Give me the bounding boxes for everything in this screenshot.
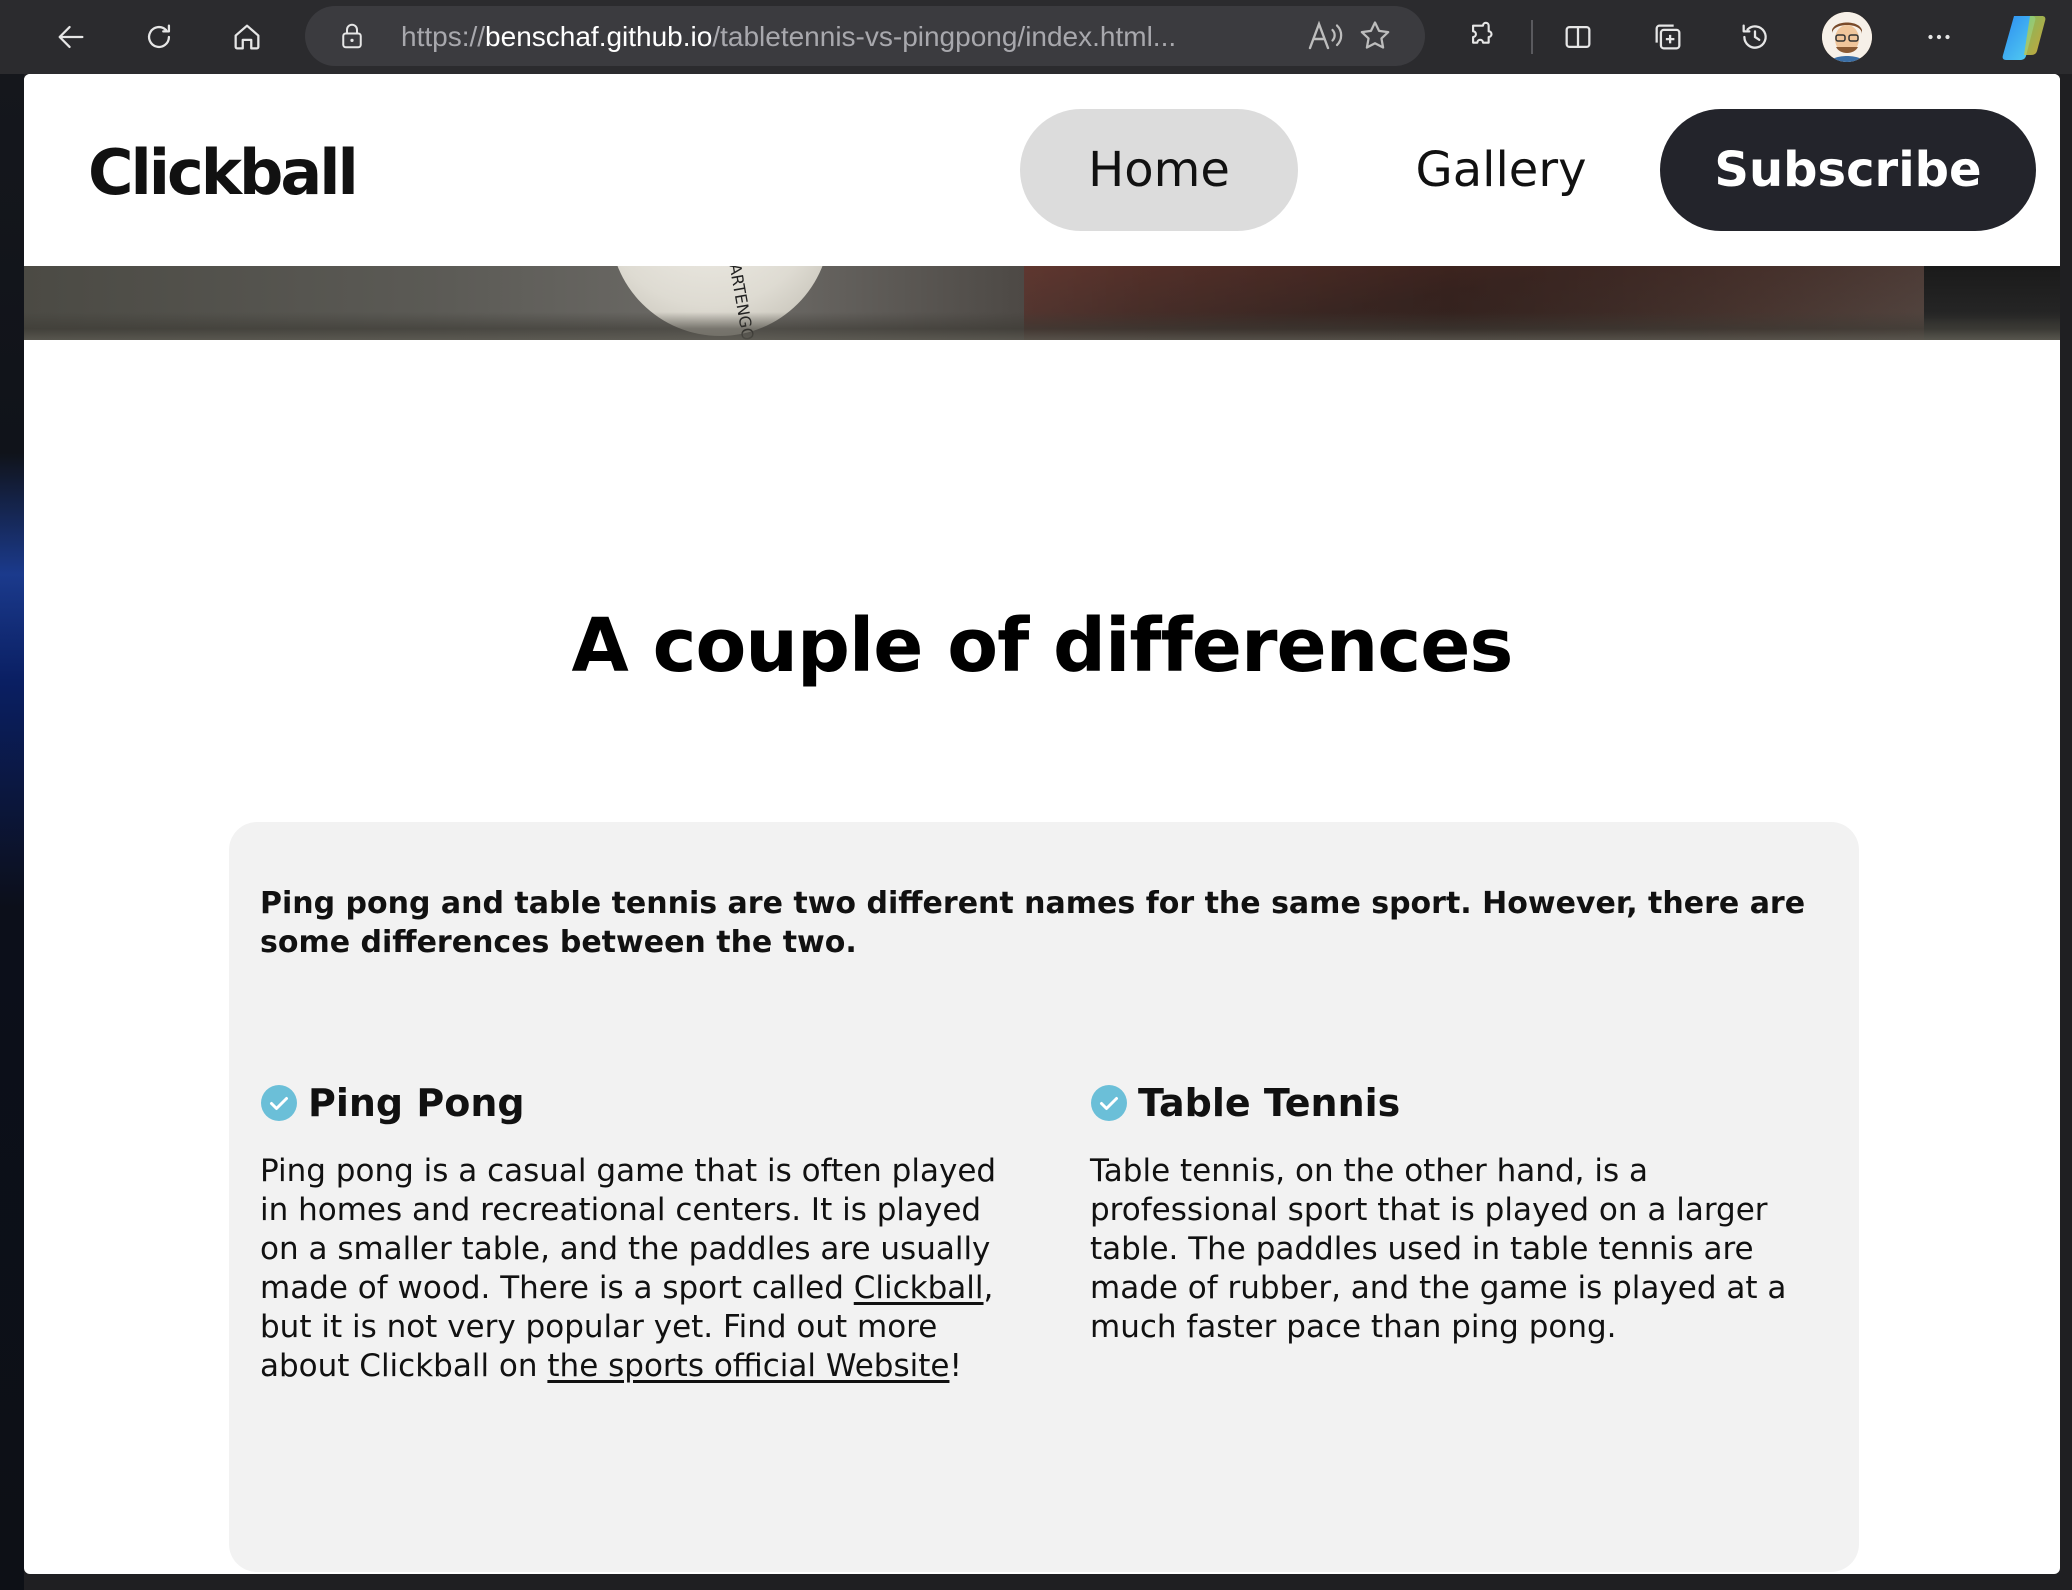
hero-image: 40+ ARTENGO [24,266,2060,340]
site-logo[interactable]: Clickball [88,138,359,208]
history-button[interactable] [1730,12,1780,62]
table-tennis-heading: Table Tennis [1090,1078,1830,1128]
check-circle-icon [1091,1085,1127,1121]
url-text[interactable]: https://benschaf.github.io/tabletennis-v… [401,20,1281,54]
subscribe-button[interactable]: Subscribe [1660,109,2036,231]
refresh-icon [147,24,171,49]
page-viewport: Clickball Home Gallery Subscribe 40+ ART… [24,74,2060,1574]
nav-gallery-link[interactable]: Gallery [1376,109,1626,231]
ping-pong-title: Ping Pong [308,1081,525,1125]
split-screen-icon [1565,25,1591,49]
desktop-background [0,74,24,1590]
refresh-button[interactable] [134,12,184,62]
table-tennis-title: Table Tennis [1138,1081,1401,1125]
back-icon [58,25,84,49]
home-button[interactable] [222,12,272,62]
site-header: Clickball Home Gallery Subscribe [24,74,2060,266]
ping-pong-description: Ping pong is a casual game that is often… [260,1152,1000,1386]
url-host: benschaf.github.io [485,21,713,52]
url-prefix: https:// [401,21,486,52]
profile-avatar[interactable] [1822,12,1872,62]
split-screen-button[interactable] [1553,12,1603,62]
profile-avatar-icon [1822,12,1872,62]
section-title: A couple of differences [571,603,1514,689]
table-tennis-description: Table tennis, on the other hand, is a pr… [1090,1153,1787,1345]
ping-pong-text-3: ! [949,1348,962,1384]
lock-icon[interactable] [337,21,367,51]
clickball-link[interactable]: Clickball [854,1270,984,1306]
nav-home-link[interactable]: Home [1020,109,1298,231]
extensions-button[interactable] [1458,12,1508,62]
favorite-star-icon[interactable] [1357,18,1393,54]
copilot-icon[interactable] [2000,12,2052,62]
collections-icon [1655,24,1681,50]
ping-pong-column: Ping Pong Ping pong is a casual game tha… [260,1078,1000,1386]
address-bar[interactable]: https://benschaf.github.io/tabletennis-v… [305,6,1425,66]
window-bottom-edge [24,1574,2060,1590]
browser-toolbar: https://benschaf.github.io/tabletennis-v… [0,0,2072,74]
url-path: /tabletennis-vs-pingpong/index.html... [712,21,1177,52]
ping-pong-heading: Ping Pong [260,1078,1000,1128]
official-website-link[interactable]: the sports official Website [547,1348,949,1384]
table-tennis-column: Table Tennis Table tennis, on the other … [1090,1078,1830,1347]
intro-text: Ping pong and table tennis are two diffe… [260,886,1806,960]
differences-card: Ping pong and table tennis are two diffe… [229,822,1859,1572]
collections-button[interactable] [1643,12,1693,62]
check-circle-icon [261,1085,297,1121]
read-aloud-icon[interactable] [1305,18,1345,54]
toolbar-separator [1531,20,1533,54]
hero-table-surface [24,312,2060,340]
more-options-button[interactable] [1914,12,1964,62]
more-options-icon [1928,34,1950,40]
history-icon [1742,24,1767,49]
extensions-icon [1472,21,1493,44]
home-icon [234,24,260,50]
back-button[interactable] [46,12,96,62]
